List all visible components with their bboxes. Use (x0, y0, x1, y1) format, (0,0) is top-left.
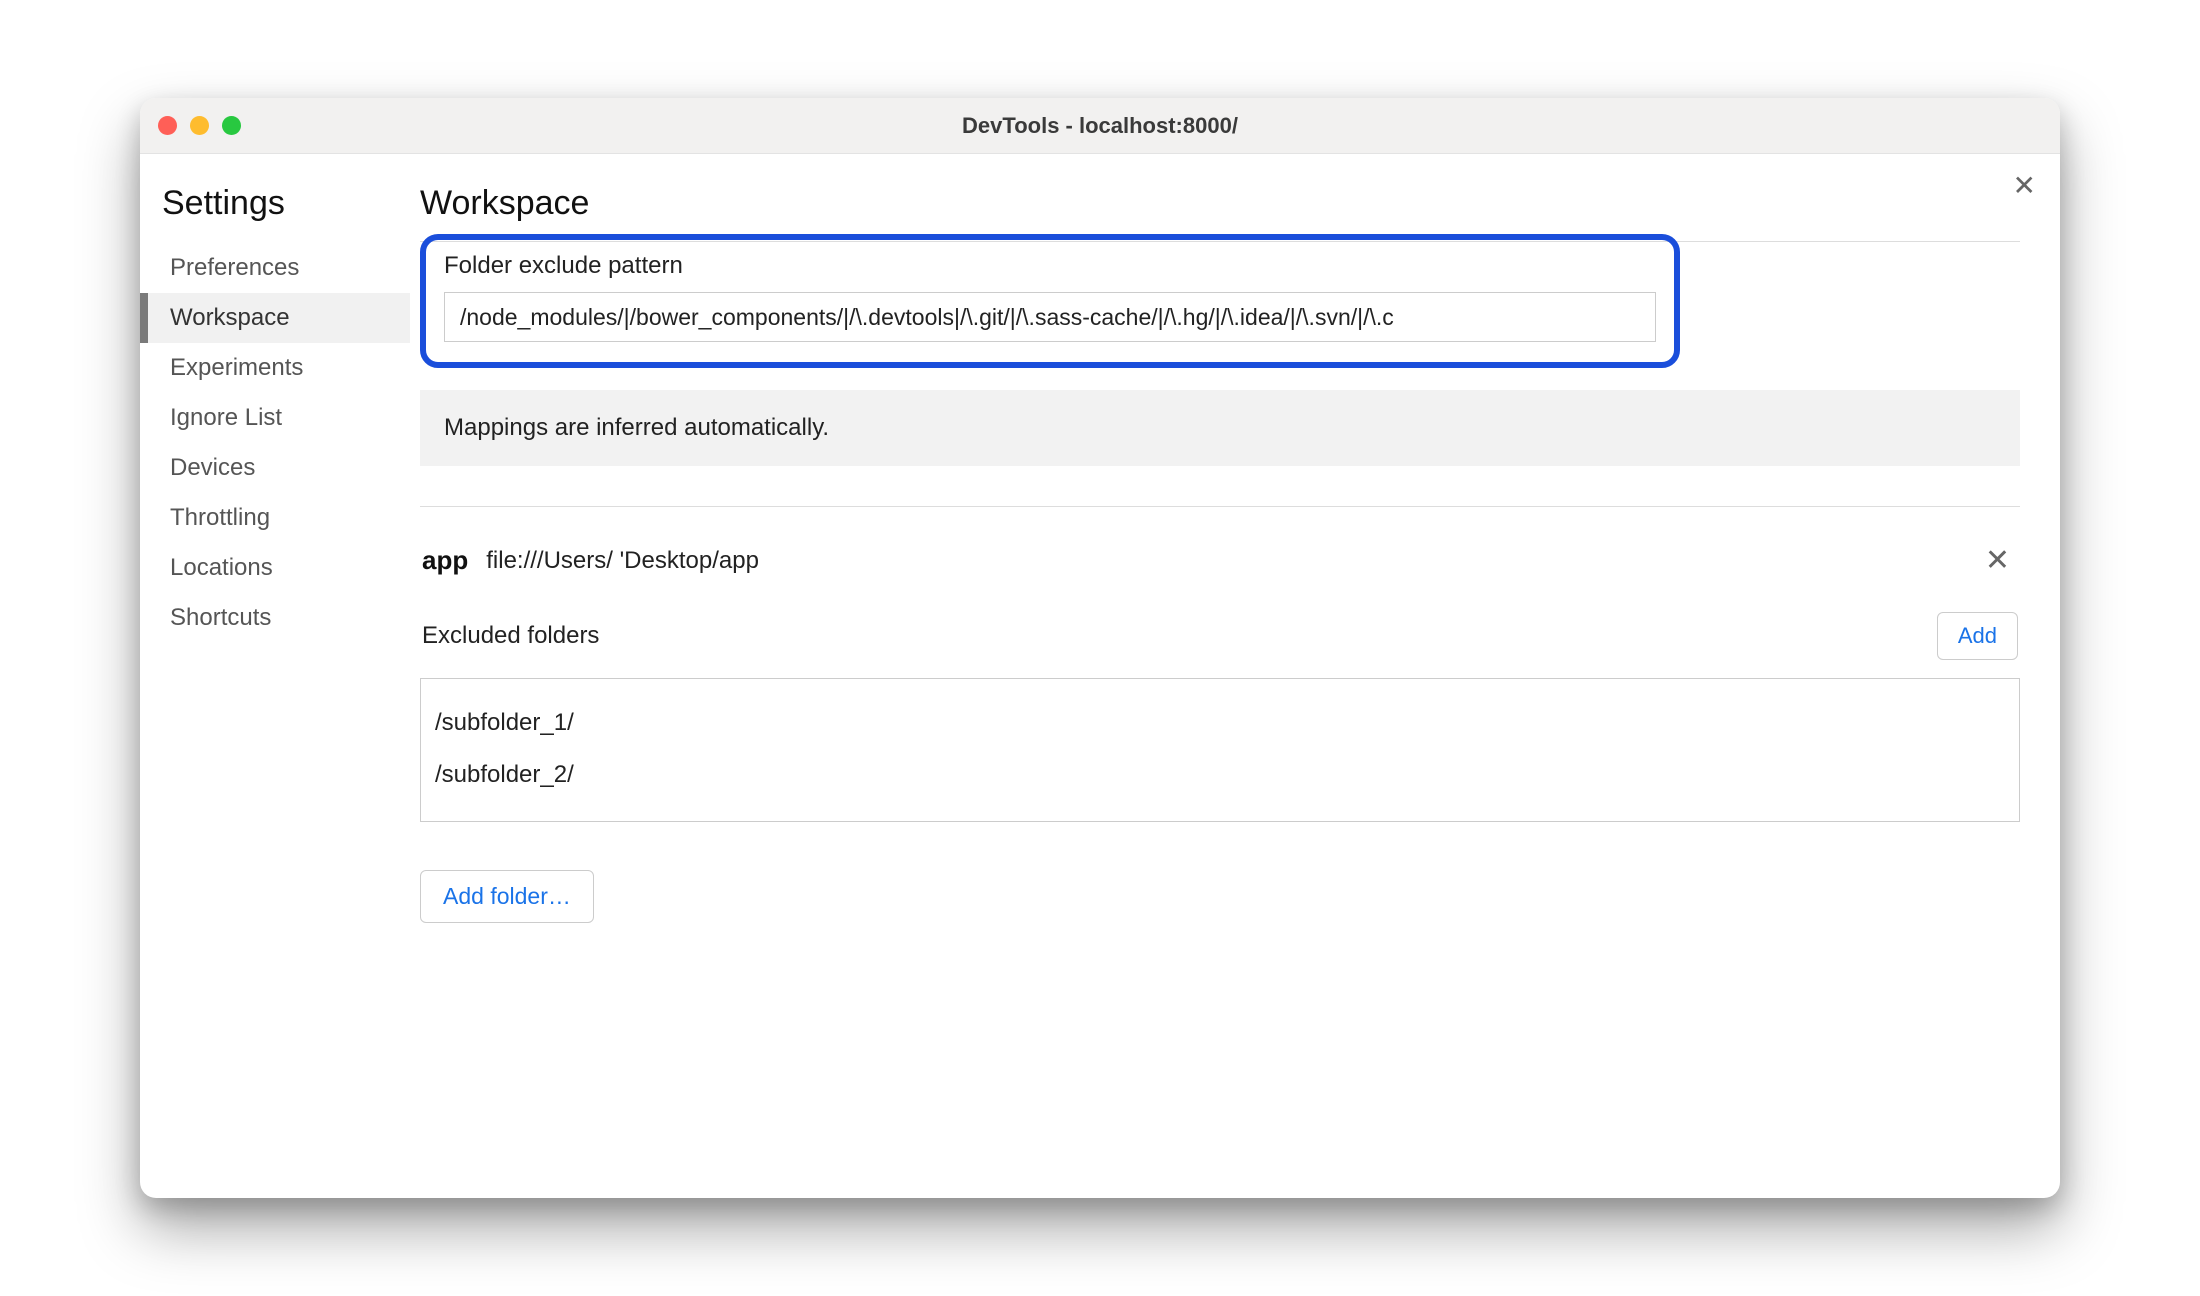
window-zoom-button[interactable] (222, 116, 241, 135)
devtools-window: DevTools - localhost:8000/ ✕ Settings Pr… (140, 98, 2060, 1198)
sidebar-item-label: Workspace (170, 304, 290, 331)
sidebar-item-label: Preferences (170, 254, 299, 281)
page-title: Workspace (420, 184, 2020, 223)
sidebar-item-throttling[interactable]: Throttling (140, 493, 410, 543)
workspace-folder-row: app file:///Users/ 'Desktop/app ✕ (420, 545, 2020, 576)
divider (420, 506, 2020, 507)
exclude-pattern-section: Folder exclude pattern (420, 234, 1680, 368)
sidebar-item-label: Devices (170, 454, 255, 481)
excluded-folders-header: Excluded folders Add (420, 612, 2020, 660)
folder-path: file:///Users/ 'Desktop/app (486, 547, 759, 575)
sidebar-item-devices[interactable]: Devices (140, 443, 410, 493)
sidebar-item-label: Locations (170, 554, 273, 581)
sidebar-title: Settings (140, 184, 410, 243)
traffic-lights (158, 116, 241, 135)
sidebar-item-preferences[interactable]: Preferences (140, 243, 410, 293)
sidebar-item-ignore-list[interactable]: Ignore List (140, 393, 410, 443)
sidebar-item-locations[interactable]: Locations (140, 543, 410, 593)
excluded-folder-item[interactable]: /subfolder_1/ (435, 697, 2005, 749)
sidebar-item-label: Shortcuts (170, 604, 271, 631)
add-folder-button[interactable]: Add folder… (420, 870, 594, 923)
sidebar-item-label: Ignore List (170, 404, 282, 431)
window-title: DevTools - localhost:8000/ (962, 113, 1238, 139)
window-close-button[interactable] (158, 116, 177, 135)
folder-name: app (422, 545, 468, 576)
excluded-folders-list: /subfolder_1/ /subfolder_2/ (420, 678, 2020, 822)
window-minimize-button[interactable] (190, 116, 209, 135)
main-panel: Workspace Folder exclude pattern Mapping… (410, 154, 2060, 1198)
mappings-info: Mappings are inferred automatically. (420, 390, 2020, 466)
exclude-pattern-input[interactable] (444, 292, 1656, 342)
sidebar-item-experiments[interactable]: Experiments (140, 343, 410, 393)
add-excluded-button[interactable]: Add (1937, 612, 2018, 660)
settings-sidebar: Settings Preferences Workspace Experimen… (140, 154, 410, 1198)
content-area: ✕ Settings Preferences Workspace Experim… (140, 154, 2060, 1198)
excluded-folder-item[interactable]: /subfolder_2/ (435, 749, 2005, 801)
exclude-pattern-label: Folder exclude pattern (444, 252, 1656, 280)
remove-folder-icon[interactable]: ✕ (1985, 546, 2018, 576)
sidebar-item-label: Throttling (170, 504, 270, 531)
sidebar-item-shortcuts[interactable]: Shortcuts (140, 593, 410, 643)
excluded-folders-label: Excluded folders (422, 622, 599, 650)
titlebar: DevTools - localhost:8000/ (140, 98, 2060, 154)
close-icon[interactable]: ✕ (2013, 172, 2036, 200)
sidebar-item-label: Experiments (170, 354, 303, 381)
sidebar-item-workspace[interactable]: Workspace (140, 293, 410, 343)
